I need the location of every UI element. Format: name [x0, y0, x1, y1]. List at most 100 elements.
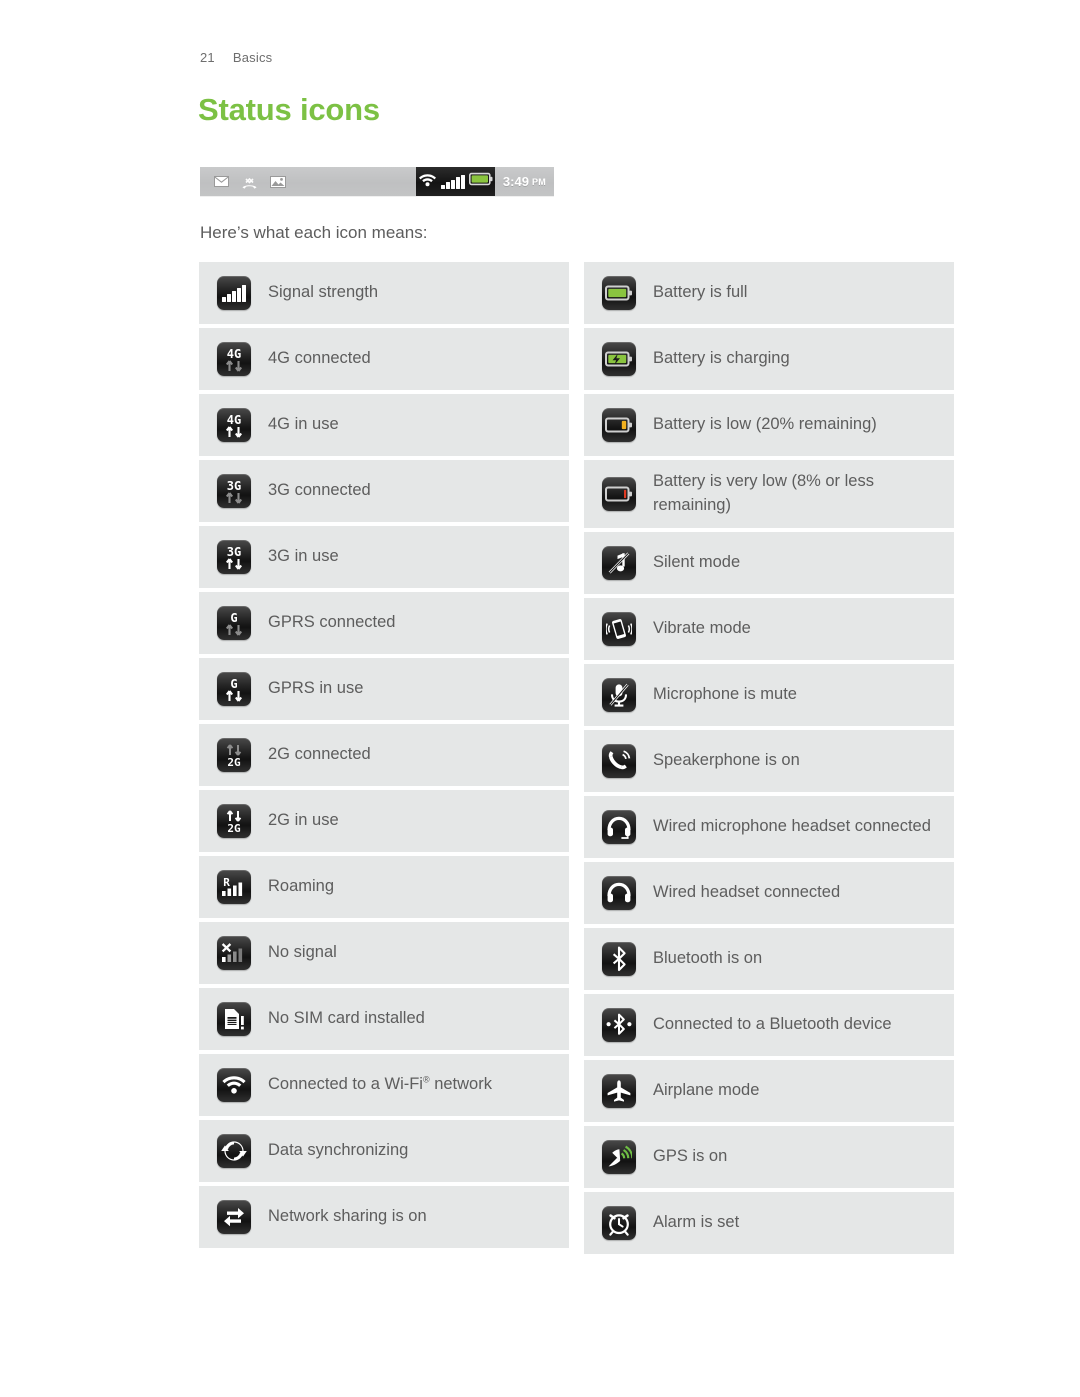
- row-label: Speakerphone is on: [653, 750, 800, 769]
- alarm-set-icon: [602, 1205, 636, 1240]
- row-label: Roaming: [268, 877, 335, 896]
- table-row: 3G 3G in use: [199, 526, 569, 588]
- table-row: Connected to a Bluetooth device: [584, 993, 954, 1056]
- gps-on-icon: [602, 1139, 636, 1174]
- network-sharing-icon: [217, 1200, 251, 1234]
- row-label: Silent mode: [653, 552, 741, 571]
- row-label: GPS is on: [653, 1146, 728, 1165]
- table-row: Data synchronizing: [199, 1120, 569, 1182]
- row-label: Network sharing is on: [268, 1207, 427, 1226]
- table-row: Bluetooth is on: [584, 927, 954, 990]
- table-row: Signal strength: [199, 262, 569, 324]
- roaming-icon: R: [217, 870, 251, 904]
- table-row: Alarm is set: [584, 1191, 954, 1254]
- 2g-connected-icon: 2G: [217, 738, 251, 772]
- row-label: Vibrate mode: [653, 618, 751, 637]
- row-label: Connected to a Bluetooth device: [653, 1014, 892, 1033]
- airplane-mode-icon: [602, 1073, 636, 1108]
- microphone-mute-icon: [602, 677, 636, 712]
- 2g-in-use-icon: 2G: [217, 804, 251, 838]
- clock-meridiem: PM: [531, 176, 547, 187]
- clock-time: 3:49: [502, 174, 529, 189]
- row-label: Battery is low (20% remaining): [653, 415, 877, 434]
- table-row: 4G 4G in use: [199, 394, 569, 456]
- row-label: 4G connected: [268, 349, 371, 368]
- battery-icon: [468, 172, 493, 191]
- status-bar-system-icons: [416, 167, 495, 196]
- table-row: Battery is full: [584, 262, 954, 324]
- table-row: Battery is low (20% remaining): [584, 394, 954, 456]
- silent-mode-icon: [602, 545, 636, 580]
- row-label: 3G connected: [268, 481, 371, 500]
- manual-page: 21 Basics Status icons 3:49 PM Here’s wh…: [0, 0, 1080, 1397]
- gprs-connected-icon: G: [217, 606, 251, 640]
- svg-text:3G: 3G: [227, 479, 241, 493]
- row-label: Signal strength: [268, 283, 379, 302]
- registered-trademark: ®: [422, 1074, 430, 1085]
- table-row: Airplane mode: [584, 1059, 954, 1122]
- status-bar-illustration: 3:49 PM: [200, 167, 554, 196]
- 4g-in-use-icon: 4G: [217, 408, 251, 442]
- data-sync-icon: [217, 1134, 251, 1168]
- no-signal-icon: [217, 936, 251, 970]
- row-label: 2G in use: [268, 811, 339, 830]
- signal-icon: [441, 174, 465, 189]
- wired-headset-icon: [602, 875, 636, 910]
- table-row: GPS is on: [584, 1125, 954, 1188]
- mail-icon: [214, 176, 229, 187]
- battery-full-icon: [602, 276, 636, 310]
- row-label: 4G in use: [268, 415, 339, 434]
- row-label: Battery is very low (8% or less remainin…: [653, 472, 874, 514]
- row-label: Alarm is set: [653, 1212, 740, 1231]
- table-row: 3G 3G connected: [199, 460, 569, 522]
- table-row: No signal: [199, 922, 569, 984]
- row-label: Airplane mode: [653, 1080, 760, 1099]
- running-head: 21 Basics: [200, 50, 272, 65]
- speakerphone-icon: [602, 743, 636, 778]
- row-label: Bluetooth is on: [653, 948, 763, 967]
- svg-text:R: R: [223, 876, 230, 889]
- table-row: Microphone is mute: [584, 663, 954, 726]
- status-bar-notifications-area: [200, 167, 416, 196]
- battery-charging-icon: [602, 342, 636, 376]
- svg-text:4G: 4G: [227, 347, 241, 361]
- table-row: Wired microphone headset connected: [584, 795, 954, 858]
- row-label: Data synchronizing: [268, 1141, 409, 1160]
- row-label: Connected to a Wi-Fi® network: [268, 1074, 492, 1094]
- legend-column-right: Battery is full Battery is charging Batt…: [584, 262, 954, 1254]
- svg-text:3G: 3G: [227, 545, 241, 559]
- signal-strength-icon: [217, 276, 251, 310]
- table-row: Silent mode: [584, 531, 954, 594]
- table-row: 2G 2G connected: [199, 724, 569, 786]
- table-row: R Roaming: [199, 856, 569, 918]
- gprs-in-use-icon: G: [217, 672, 251, 706]
- row-label: GPRS connected: [268, 613, 396, 632]
- table-row: 4G 4G connected: [199, 328, 569, 390]
- battery-low-icon: [602, 408, 636, 442]
- status-bar-clock: 3:49 PM: [495, 167, 554, 196]
- table-row: No SIM card installed: [199, 988, 569, 1050]
- table-row: G GPRS connected: [199, 592, 569, 654]
- svg-text:2G: 2G: [227, 756, 241, 769]
- svg-text:4G: 4G: [227, 413, 241, 427]
- table-row: Vibrate mode: [584, 597, 954, 660]
- table-row: 2G 2G in use: [199, 790, 569, 852]
- row-label: No SIM card installed: [268, 1009, 425, 1028]
- no-sim-card-icon: [217, 1002, 251, 1036]
- page-title: Status icons: [198, 92, 380, 127]
- row-label: Battery is full: [653, 283, 748, 302]
- row-label: No signal: [268, 943, 337, 962]
- missed-call-icon: [241, 175, 258, 189]
- wifi-connected-icon: [217, 1068, 251, 1102]
- svg-text:G: G: [230, 611, 237, 625]
- 3g-in-use-icon: 3G: [217, 540, 251, 574]
- icon-legend-table: Signal strength 4G 4G connected 4G 4G in…: [199, 262, 955, 1254]
- bluetooth-on-icon: [602, 941, 636, 976]
- section-name: Basics: [232, 50, 273, 65]
- table-row: G GPRS in use: [199, 658, 569, 720]
- svg-text:2G: 2G: [227, 822, 241, 835]
- row-label: Battery is charging: [653, 349, 790, 368]
- table-row: Battery is very low (8% or less remainin…: [584, 460, 954, 528]
- row-label: Microphone is mute: [653, 684, 797, 703]
- row-label: Wired headset connected: [653, 882, 841, 901]
